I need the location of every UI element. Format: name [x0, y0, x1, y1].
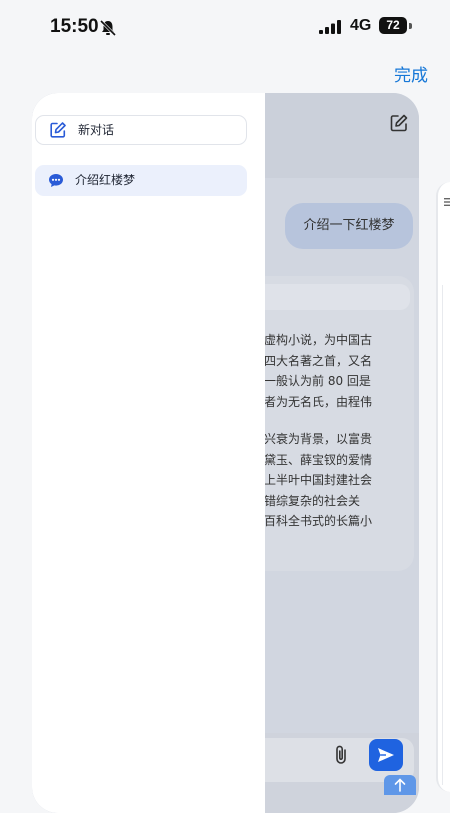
bell-muted-icon [99, 19, 117, 37]
history-item[interactable]: 介绍红楼梦 [35, 165, 247, 196]
battery-icon: 72 [379, 17, 407, 34]
send-button[interactable] [369, 739, 403, 771]
status-bar: 15:50 4G 72 [0, 0, 450, 52]
chat-bubble-icon [49, 174, 63, 187]
history-item-label: 介绍红楼梦 [75, 173, 136, 187]
compose-icon [50, 122, 66, 138]
compose-icon[interactable] [389, 113, 409, 133]
done-button[interactable]: 完成 [394, 61, 428, 86]
next-window-divider [442, 285, 450, 785]
answer-paragraph: 虚构小说，为中国古 四大名著之首，又名 一般认为前 80 回是 者为无名氏，由程… [264, 333, 373, 409]
network-label: 4G [350, 17, 372, 34]
arrow-up-icon [394, 778, 406, 792]
history-sidebar: 新对话 介绍红楼梦 [32, 93, 265, 813]
paperclip-icon[interactable] [332, 744, 352, 766]
user-message-bubble: 介绍一下红楼梦 [285, 203, 413, 249]
battery-tip [409, 23, 412, 29]
status-time: 15:50 [50, 16, 99, 37]
new-chat-button[interactable]: 新对话 [35, 115, 247, 145]
answer-paragraph: 兴衰为背景，以富贵 黛玉、薛宝钗的爱情 上半叶中国封建社会 错综复杂的社会关 百… [264, 432, 373, 528]
menu-icon [444, 198, 450, 206]
new-chat-label: 新对话 [78, 123, 115, 137]
send-icon [378, 748, 394, 762]
signal-icon [319, 20, 341, 34]
chat-window-card[interactable]: 介绍一下红楼梦 虚构小说，为中国古 四大名著之首，又名 一般认为前 80 回是 … [32, 93, 419, 813]
scroll-to-bottom-button[interactable] [384, 775, 416, 795]
